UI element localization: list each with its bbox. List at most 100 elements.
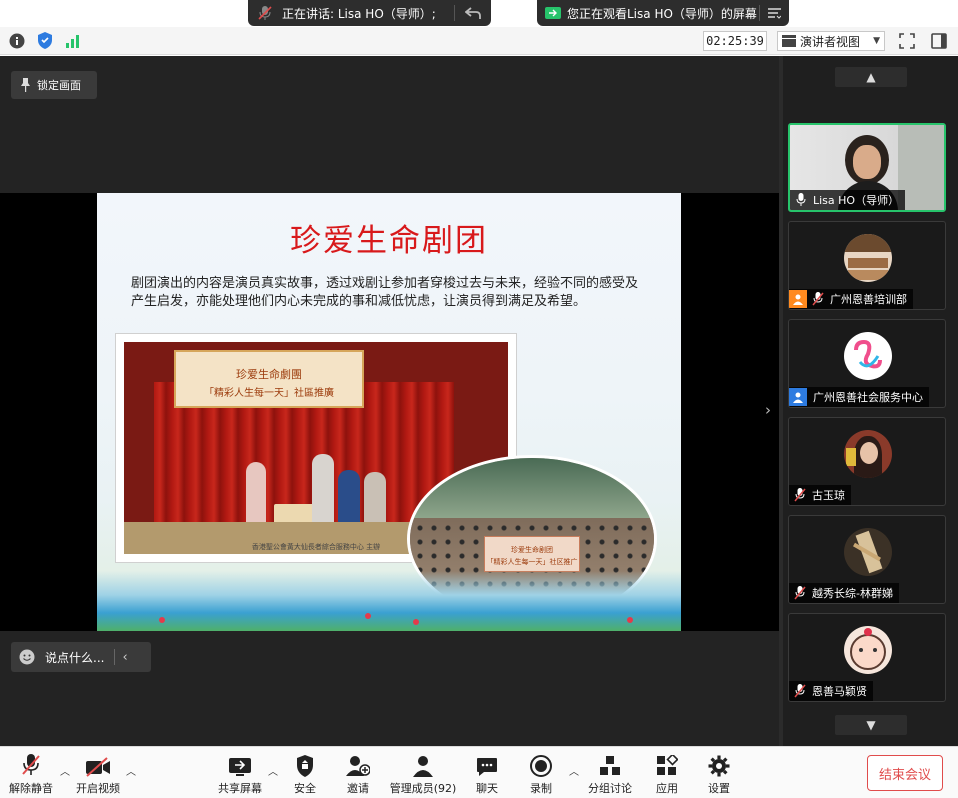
photo-banner: 珍爱生命劇團 「精彩人生每一天」社區推廣 <box>174 350 364 408</box>
video-options-chevron-icon[interactable]: ︿ <box>126 763 136 778</box>
screen-share-icon <box>545 7 561 19</box>
lock-screen-label: 锁定画面 <box>37 79 81 92</box>
apps-icon <box>656 751 678 777</box>
mic-muted-icon <box>810 291 826 307</box>
participant-name: Lisa HO（导师） <box>813 194 900 207</box>
invite-label: 邀请 <box>347 782 369 795</box>
return-icon[interactable] <box>465 6 481 20</box>
start-video-button[interactable]: 开启视频 <box>74 751 122 797</box>
share-screen-button[interactable]: 共享屏幕 <box>216 751 264 797</box>
apps-button[interactable]: 应用 <box>652 751 682 797</box>
active-speaker-pill: 正在讲话: Lisa HO（导师）; <box>248 0 491 26</box>
participant-name: 恩善马颖贤 <box>812 685 867 698</box>
speaker-view-icon <box>782 35 796 47</box>
breakout-rooms-button[interactable]: 分组讨论 <box>586 751 634 797</box>
share-options-chevron-icon[interactable]: ︿ <box>268 763 278 778</box>
gallery-prev-button[interactable]: ▲ <box>835 67 907 87</box>
shared-screen: 珍爱生命剧团 剧团演出的内容是演员真实故事，透过戏剧让参加者穿梭过去与未来，经验… <box>0 193 779 631</box>
end-meeting-button[interactable]: 结束会议 <box>867 755 943 791</box>
mic-muted-icon <box>792 487 808 503</box>
avatar <box>844 626 892 674</box>
presentation-slide: 珍爱生命剧团 剧团演出的内容是演员真实故事，透过戏剧让参加者穿梭过去与未来，经验… <box>97 193 681 631</box>
unmute-button[interactable]: 解除静音 <box>8 751 54 797</box>
participant-name: 广州恩善社会服务中心 <box>813 391 923 404</box>
video-tile-lisa[interactable]: Lisa HO（导师） <box>788 123 946 212</box>
participant-name-bar: 古玉琼 <box>789 485 851 505</box>
mic-muted-icon <box>792 585 808 601</box>
participants-icon <box>412 751 434 777</box>
avatar <box>844 332 892 380</box>
encryption-shield-icon[interactable] <box>36 32 53 49</box>
settings-label: 设置 <box>708 782 730 795</box>
participant-name: 古玉琼 <box>812 489 845 502</box>
unmute-label: 解除静音 <box>9 782 53 795</box>
photo-banner-2: 珍爱生命剧团 「精彩人生每一天」社区推广 <box>484 536 580 572</box>
add-user-icon <box>346 751 370 777</box>
video-tile-lin[interactable]: 越秀长综-林群娣 <box>788 515 946 604</box>
video-tile-gu[interactable]: 古玉琼 <box>788 417 946 506</box>
reaction-chat-input[interactable]: 说点什么... ‹ <box>11 642 151 672</box>
meeting-info-icon[interactable] <box>8 32 25 49</box>
viewing-screen-text: 您正在观看Lisa HO（导师）的屏幕 <box>567 6 757 21</box>
chat-placeholder: 说点什么... <box>45 650 105 665</box>
panel-resize-handle[interactable] <box>779 56 783 746</box>
audio-options-chevron-icon[interactable]: ︿ <box>60 763 70 778</box>
expand-panel-icon[interactable]: › <box>765 401 771 419</box>
pin-icon <box>20 78 31 92</box>
gallery-next-button[interactable]: ▼ <box>835 715 907 735</box>
chevron-up-icon: ▲ <box>866 70 876 84</box>
manage-participants-button[interactable]: 管理成员(92) <box>388 751 458 797</box>
view-mode-dropdown[interactable]: 演讲者视图 ▼ <box>777 31 885 51</box>
participant-name-bar: 越秀长综-林群娣 <box>789 583 899 603</box>
network-signal-icon[interactable] <box>64 32 81 49</box>
collapse-chevron-icon[interactable]: ‹ <box>122 650 127 665</box>
slide-title: 珍爱生命剧团 <box>290 223 488 259</box>
shield-icon <box>296 751 314 777</box>
meeting-toolbar: 解除静音 ︿ 开启视频 ︿ 共享屏幕 ︿ 安全 邀请 管理成员(92) 聊天 录… <box>0 746 958 798</box>
record-options-chevron-icon[interactable]: ︿ <box>569 763 579 778</box>
video-tile-service-center[interactable]: 广州恩善社会服务中心 <box>788 319 946 408</box>
viewing-screen-pill: 您正在观看Lisa HO（导师）的屏幕 <box>537 0 789 26</box>
breakout-rooms-icon <box>599 751 621 777</box>
security-button[interactable]: 安全 <box>290 751 320 797</box>
microphone-icon <box>793 192 809 208</box>
chevron-down-icon: ▼ <box>866 718 876 732</box>
settings-button[interactable]: 设置 <box>704 751 734 797</box>
view-options-icon[interactable] <box>768 7 781 19</box>
participant-name: 广州恩善培训部 <box>830 293 907 306</box>
invite-button[interactable]: 邀请 <box>343 751 373 797</box>
main-stage: 锁定画面 珍爱生命剧团 剧团演出的内容是演员真实故事，透过戏剧让参加者穿梭过去与… <box>0 56 779 746</box>
record-label: 录制 <box>530 782 552 795</box>
avatar <box>844 528 892 576</box>
mic-muted-icon <box>258 5 272 21</box>
avatar <box>844 234 892 282</box>
start-video-label: 开启视频 <box>76 782 120 795</box>
security-label: 安全 <box>294 782 316 795</box>
mic-muted-icon <box>21 751 41 777</box>
lock-screen-button[interactable]: 锁定画面 <box>11 71 97 99</box>
record-button[interactable]: 录制 <box>526 751 556 797</box>
chat-button[interactable]: 聊天 <box>472 751 502 797</box>
share-screen-label: 共享屏幕 <box>218 782 262 795</box>
meeting-status-bar: 02:25:39 演讲者视图 ▼ <box>0 27 958 55</box>
active-speaker-text: 正在讲话: Lisa HO（导师）; <box>282 6 436 21</box>
participant-name-bar: 广州恩善培训部 <box>789 289 913 309</box>
chevron-down-icon: ▼ <box>873 36 880 46</box>
user-avatar-icon <box>789 290 807 308</box>
decorative-water <box>97 571 681 631</box>
video-tile-ma[interactable]: 恩善马颖贤 <box>788 613 946 702</box>
avatar <box>844 430 892 478</box>
video-tile-training-dept[interactable]: 广州恩善培训部 <box>788 221 946 310</box>
participant-name: 越秀长综-林群娣 <box>812 587 893 600</box>
user-avatar-icon <box>789 388 807 406</box>
toggle-panel-icon[interactable] <box>930 32 947 49</box>
chat-bubble-icon <box>476 751 498 777</box>
apps-label: 应用 <box>656 782 678 795</box>
participant-name-bar: Lisa HO（导师） <box>790 190 906 210</box>
emoji-icon[interactable] <box>19 649 35 665</box>
gear-icon <box>708 751 730 777</box>
participant-name-bar: 恩善马颖贤 <box>789 681 873 701</box>
record-icon <box>530 751 552 777</box>
meeting-timer: 02:25:39 <box>703 31 767 51</box>
fullscreen-icon[interactable] <box>898 32 915 49</box>
